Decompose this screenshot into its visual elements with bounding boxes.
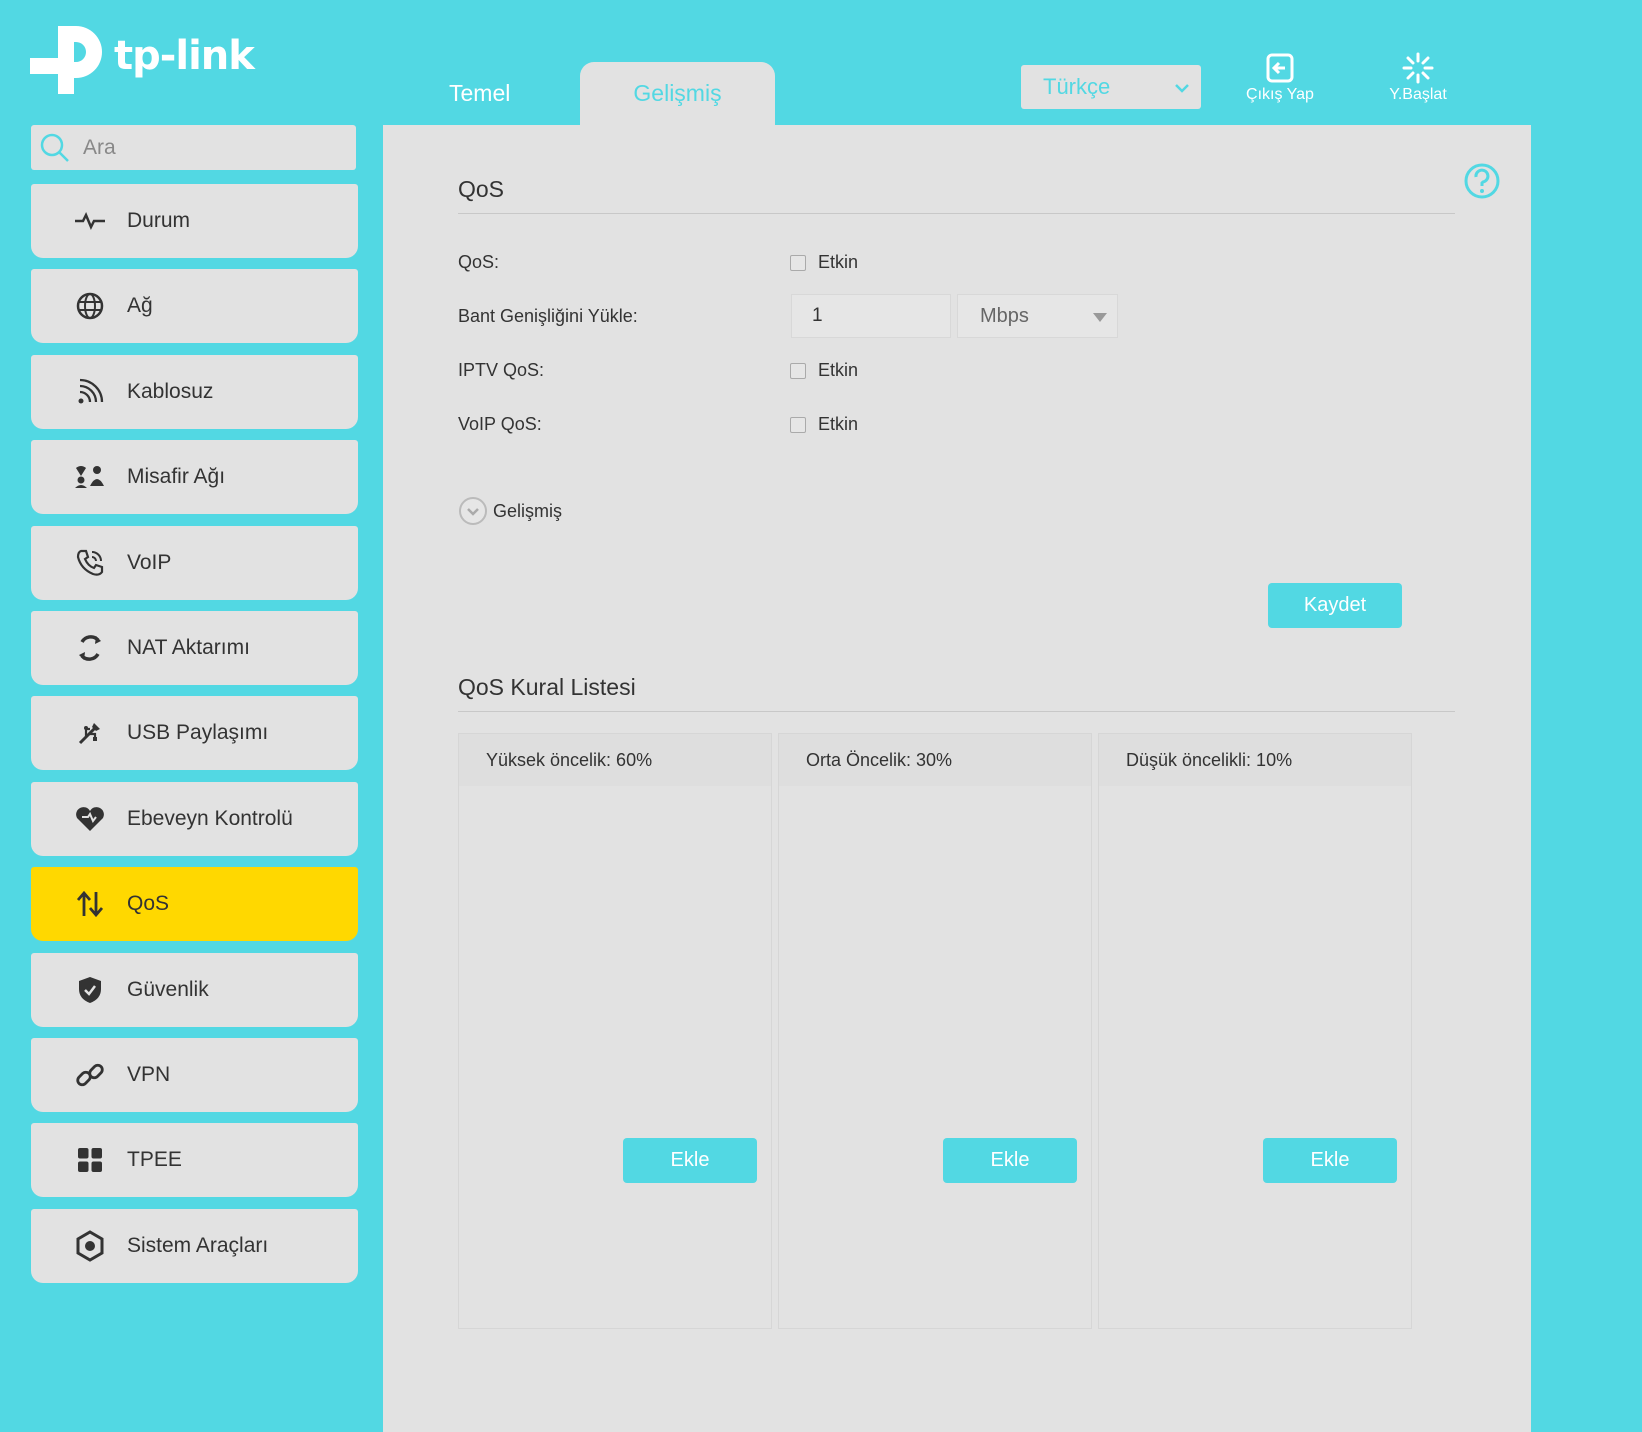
sidebar-item-network[interactable]: Ağ (31, 269, 358, 344)
checkbox-label: Etkin (818, 414, 859, 434)
link-icon (73, 1058, 107, 1092)
advanced-toggle-label: Gelişmiş (493, 500, 563, 521)
sidebar-item-qos[interactable]: QoS (31, 867, 358, 942)
heart-icon (73, 802, 107, 836)
search-box (31, 125, 356, 170)
sidebar-item-label: TPEE (127, 1148, 182, 1172)
sidebar-item-tpee[interactable]: TPEE (31, 1123, 358, 1198)
logout-icon (1266, 53, 1294, 83)
nat-icon (73, 631, 107, 665)
sidebar-item-status[interactable]: Durum (31, 184, 358, 258)
save-button[interactable]: Kaydet (1268, 583, 1402, 628)
add-medium-priority-button[interactable]: Ekle (943, 1138, 1077, 1183)
column-header: Yüksek öncelik: 60% (459, 734, 771, 786)
shield-icon (73, 973, 107, 1007)
brand-name: tp-link (114, 33, 255, 79)
reboot-spinner-icon (1402, 52, 1434, 84)
add-high-priority-button[interactable]: Ekle (623, 1138, 757, 1183)
bandwidth-unit-select[interactable]: Mbps (957, 294, 1118, 338)
qos-section-title: QoS (458, 176, 505, 202)
checkbox-box[interactable] (790, 254, 806, 271)
iptv-qos-label: IPTV QoS: (458, 360, 545, 380)
sidebar-item-system-tools[interactable]: Sistem Araçları (31, 1208, 358, 1283)
divider (458, 711, 1455, 712)
voip-qos-label: VoIP QoS: (458, 414, 542, 434)
sidebar-item-label: Misafir Ağı (127, 465, 226, 489)
voip-qos-enable-checkbox[interactable]: Etkin (790, 414, 858, 435)
sidebar-item-nat-forwarding[interactable]: NAT Aktarımı (31, 610, 358, 685)
language-value: Türkçe (1043, 74, 1111, 99)
chevron-down-icon (1173, 77, 1191, 103)
sidebar-item-label: Sistem Araçları (127, 1233, 269, 1257)
sidebar-nav: Durum Ağ Kablosuz Misafir Ağı VoIP NAT A… (31, 184, 358, 1294)
updown-arrows-icon (73, 887, 107, 921)
rule-list-title: QoS Kural Listesi (458, 674, 636, 700)
guests-icon (73, 460, 107, 494)
medium-priority-column: Orta Öncelik: 30% Ekle (778, 733, 1092, 1329)
search-input[interactable] (81, 134, 345, 161)
tab-basic[interactable]: Temel (449, 80, 510, 107)
search-icon (40, 133, 69, 162)
sidebar-item-label: USB Paylaşımı (127, 721, 269, 745)
sidebar-item-label: VoIP (127, 550, 172, 574)
sidebar-item-label: Kablosuz (127, 379, 214, 403)
high-priority-column: Yüksek öncelik: 60% Ekle (458, 733, 772, 1329)
qos-enable-checkbox[interactable]: Etkin (790, 252, 858, 273)
checkbox-label: Etkin (818, 360, 859, 380)
sidebar-item-label: VPN (127, 1062, 171, 1086)
sidebar-item-label: Ebeveyn Kontrolü (127, 806, 293, 830)
sidebar-item-label: Durum (127, 209, 191, 232)
add-low-priority-button[interactable]: Ekle (1263, 1138, 1397, 1183)
low-priority-column: Düşük öncelikli: 10% Ekle (1098, 733, 1412, 1329)
sidebar-item-security[interactable]: Güvenlik (31, 952, 358, 1027)
advanced-toggle[interactable]: Gelişmiş (458, 496, 562, 526)
sidebar-item-voip[interactable]: VoIP (31, 525, 358, 600)
sidebar-item-vpn[interactable]: VPN (31, 1037, 358, 1112)
checkbox-box[interactable] (790, 362, 806, 379)
reboot-button[interactable]: Y.Başlat (1378, 52, 1458, 104)
logout-button[interactable]: Çıkış Yap (1240, 52, 1320, 104)
sidebar-item-guest-network[interactable]: Misafir Ağı (31, 440, 358, 515)
dropdown-triangle-icon (1093, 313, 1107, 322)
qos-label: QoS: (458, 252, 500, 272)
iptv-qos-enable-checkbox[interactable]: Etkin (790, 360, 858, 381)
gear-icon (73, 1229, 107, 1263)
sidebar-item-label: QoS (127, 892, 170, 916)
reboot-label: Y.Başlat (1389, 86, 1447, 103)
help-icon (1464, 163, 1500, 199)
tp-link-logo-mark-icon (30, 22, 108, 98)
sidebar-item-label: Ağ (127, 294, 153, 318)
chevron-down-circle-icon (459, 497, 487, 525)
usb-icon (73, 716, 107, 750)
pulse-icon (73, 204, 107, 238)
phone-icon (73, 546, 107, 580)
checkbox-label: Etkin (818, 252, 859, 272)
help-button[interactable] (1463, 162, 1501, 205)
wifi-icon (73, 375, 107, 409)
sidebar-item-label: Güvenlik (127, 977, 209, 1001)
sidebar-item-usb-sharing[interactable]: USB Paylaşımı (31, 696, 358, 771)
sidebar-item-wireless[interactable]: Kablosuz (31, 354, 358, 429)
globe-icon (73, 289, 107, 323)
bandwidth-unit-value: Mbps (980, 304, 1029, 327)
column-header: Orta Öncelik: 30% (779, 734, 1091, 786)
bandwidth-label: Bant Genişliğini Yükle: (458, 306, 638, 326)
column-header: Düşük öncelikli: 10% (1099, 734, 1411, 786)
divider (458, 213, 1455, 214)
sidebar-item-label: NAT Aktarımı (127, 635, 250, 659)
sidebar-item-parental-control[interactable]: Ebeveyn Kontrolü (31, 781, 358, 856)
grid-icon (73, 1143, 107, 1177)
bandwidth-input[interactable]: 1 (791, 294, 951, 338)
language-select[interactable]: Türkçe (1021, 65, 1201, 109)
logout-label: Çıkış Yap (1246, 86, 1314, 103)
tab-advanced[interactable]: Gelişmiş (580, 62, 775, 125)
tp-link-logo: tp-link (30, 22, 255, 98)
checkbox-box[interactable] (790, 416, 806, 433)
